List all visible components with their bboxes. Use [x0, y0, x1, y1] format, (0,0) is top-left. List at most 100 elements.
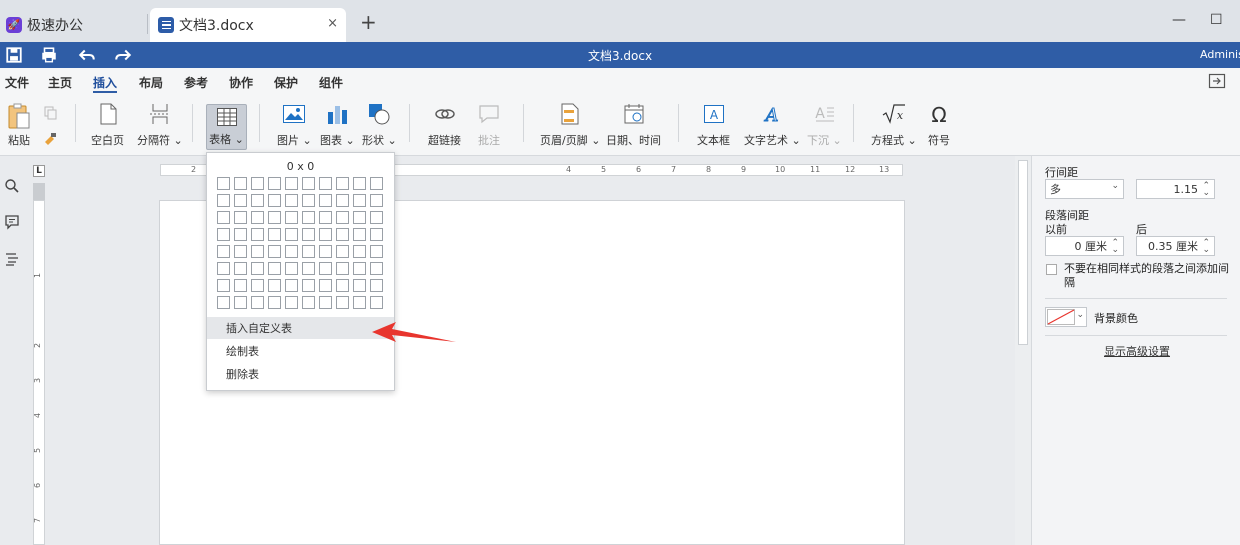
- table-grid-cell[interactable]: [268, 262, 281, 275]
- table-grid-cell[interactable]: [234, 296, 247, 309]
- table-grid-cell[interactable]: [370, 228, 383, 241]
- menu-insert[interactable]: 插入: [93, 74, 118, 93]
- line-spacing-value-input[interactable]: 1.15 ⌃ ⌄: [1136, 179, 1215, 199]
- insert-custom-table-item[interactable]: 插入自定义表: [207, 317, 394, 339]
- table-grid-cell[interactable]: [285, 262, 298, 275]
- tab-app[interactable]: 🚀 极速办公: [0, 8, 146, 42]
- table-grid-cell[interactable]: [234, 279, 247, 292]
- table-grid-cell[interactable]: [319, 296, 332, 309]
- table-grid-cell[interactable]: [217, 211, 230, 224]
- minimize-button[interactable]: —: [1172, 12, 1186, 28]
- table-grid-cell[interactable]: [370, 245, 383, 258]
- table-grid-cell[interactable]: [251, 296, 264, 309]
- table-grid-cell[interactable]: [268, 245, 281, 258]
- symbol-button[interactable]: Ω 符号: [927, 102, 951, 148]
- table-grid-cell[interactable]: [234, 211, 247, 224]
- table-grid-cell[interactable]: [217, 177, 230, 190]
- spacing-after-input[interactable]: 0.35 厘米 ⌃ ⌄: [1136, 236, 1215, 256]
- table-grid-cell[interactable]: [217, 296, 230, 309]
- table-grid-cell[interactable]: [336, 262, 349, 275]
- table-grid-cell[interactable]: [319, 194, 332, 207]
- table-grid-cell[interactable]: [285, 296, 298, 309]
- table-grid-cell[interactable]: [251, 245, 264, 258]
- equation-button[interactable]: x 方程式 ⌄: [871, 102, 917, 148]
- table-grid-cell[interactable]: [285, 211, 298, 224]
- table-grid-cell[interactable]: [353, 228, 366, 241]
- menu-protect[interactable]: 保护: [274, 74, 298, 91]
- date-time-button[interactable]: 日期、时间: [606, 102, 661, 148]
- table-grid-cell[interactable]: [336, 228, 349, 241]
- table-grid-cell[interactable]: [336, 177, 349, 190]
- stepper-icon[interactable]: ⌃ ⌄: [1202, 182, 1210, 198]
- table-grid-cell[interactable]: [302, 228, 315, 241]
- table-grid-cell[interactable]: [353, 262, 366, 275]
- format-painter-icon[interactable]: [43, 132, 57, 146]
- table-grid-cell[interactable]: [285, 177, 298, 190]
- open-pane-icon[interactable]: [1208, 73, 1226, 89]
- table-grid-cell[interactable]: [370, 262, 383, 275]
- copy-icon[interactable]: [44, 106, 58, 120]
- new-tab-button[interactable]: +: [360, 12, 377, 32]
- table-grid-cell[interactable]: [302, 211, 315, 224]
- page-break-button[interactable]: 分隔符 ⌄: [137, 102, 183, 148]
- table-grid-cell[interactable]: [217, 194, 230, 207]
- spacing-before-input[interactable]: 0 厘米 ⌃ ⌄: [1045, 236, 1124, 256]
- table-grid-cell[interactable]: [251, 228, 264, 241]
- table-grid-cell[interactable]: [336, 245, 349, 258]
- table-grid-cell[interactable]: [302, 194, 315, 207]
- table-grid-cell[interactable]: [319, 262, 332, 275]
- table-grid-cell[interactable]: [217, 228, 230, 241]
- table-grid-cell[interactable]: [302, 296, 315, 309]
- draw-table-item[interactable]: 绘制表: [207, 340, 394, 362]
- table-grid-cell[interactable]: [370, 296, 383, 309]
- search-icon[interactable]: [4, 178, 20, 194]
- table-grid-cell[interactable]: [353, 211, 366, 224]
- table-grid-cell[interactable]: [234, 194, 247, 207]
- table-grid-cell[interactable]: [251, 194, 264, 207]
- stepper-icon[interactable]: ⌃ ⌄: [1111, 239, 1119, 255]
- table-grid-cell[interactable]: [319, 245, 332, 258]
- table-grid-cell[interactable]: [353, 245, 366, 258]
- word-art-button[interactable]: A 文字艺术 ⌄: [744, 102, 801, 148]
- header-footer-button[interactable]: 页眉/页脚 ⌄: [540, 102, 600, 148]
- no-space-same-style-checkbox[interactable]: [1046, 264, 1057, 275]
- table-grid-cell[interactable]: [353, 194, 366, 207]
- table-grid-cell[interactable]: [370, 279, 383, 292]
- table-button[interactable]: 表格 ⌄: [206, 104, 247, 150]
- table-grid-cell[interactable]: [251, 211, 264, 224]
- maximize-button[interactable]: ☐: [1210, 12, 1223, 28]
- delete-table-item[interactable]: 删除表: [207, 363, 394, 385]
- table-grid-cell[interactable]: [370, 177, 383, 190]
- table-grid-cell[interactable]: [234, 228, 247, 241]
- table-grid-cell[interactable]: [285, 245, 298, 258]
- vertical-ruler[interactable]: 1 2 3 4 5 6 7: [33, 200, 45, 545]
- table-grid-cell[interactable]: [268, 296, 281, 309]
- comments-icon[interactable]: [4, 214, 20, 230]
- table-grid-cell[interactable]: [251, 279, 264, 292]
- table-grid-cell[interactable]: [336, 279, 349, 292]
- table-grid-cell[interactable]: [336, 296, 349, 309]
- table-grid-cell[interactable]: [302, 245, 315, 258]
- menu-layout[interactable]: 布局: [139, 74, 163, 91]
- table-grid-cell[interactable]: [234, 245, 247, 258]
- table-grid-cell[interactable]: [336, 194, 349, 207]
- table-grid-cell[interactable]: [319, 211, 332, 224]
- table-grid-cell[interactable]: [336, 211, 349, 224]
- scrollbar-thumb[interactable]: [1018, 160, 1028, 345]
- table-size-grid[interactable]: [217, 177, 383, 309]
- menu-home[interactable]: 主页: [48, 74, 72, 91]
- table-grid-cell[interactable]: [251, 177, 264, 190]
- table-grid-cell[interactable]: [234, 177, 247, 190]
- table-grid-cell[interactable]: [217, 262, 230, 275]
- table-grid-cell[interactable]: [353, 279, 366, 292]
- table-grid-cell[interactable]: [234, 262, 247, 275]
- shape-button[interactable]: 形状 ⌄: [362, 102, 397, 148]
- table-grid-cell[interactable]: [302, 177, 315, 190]
- table-grid-cell[interactable]: [268, 177, 281, 190]
- table-grid-cell[interactable]: [285, 228, 298, 241]
- table-grid-cell[interactable]: [353, 177, 366, 190]
- menu-file[interactable]: 文件: [5, 74, 29, 91]
- table-grid-cell[interactable]: [251, 262, 264, 275]
- table-grid-cell[interactable]: [319, 228, 332, 241]
- tab-document[interactable]: 文档3.docx ×: [150, 8, 346, 42]
